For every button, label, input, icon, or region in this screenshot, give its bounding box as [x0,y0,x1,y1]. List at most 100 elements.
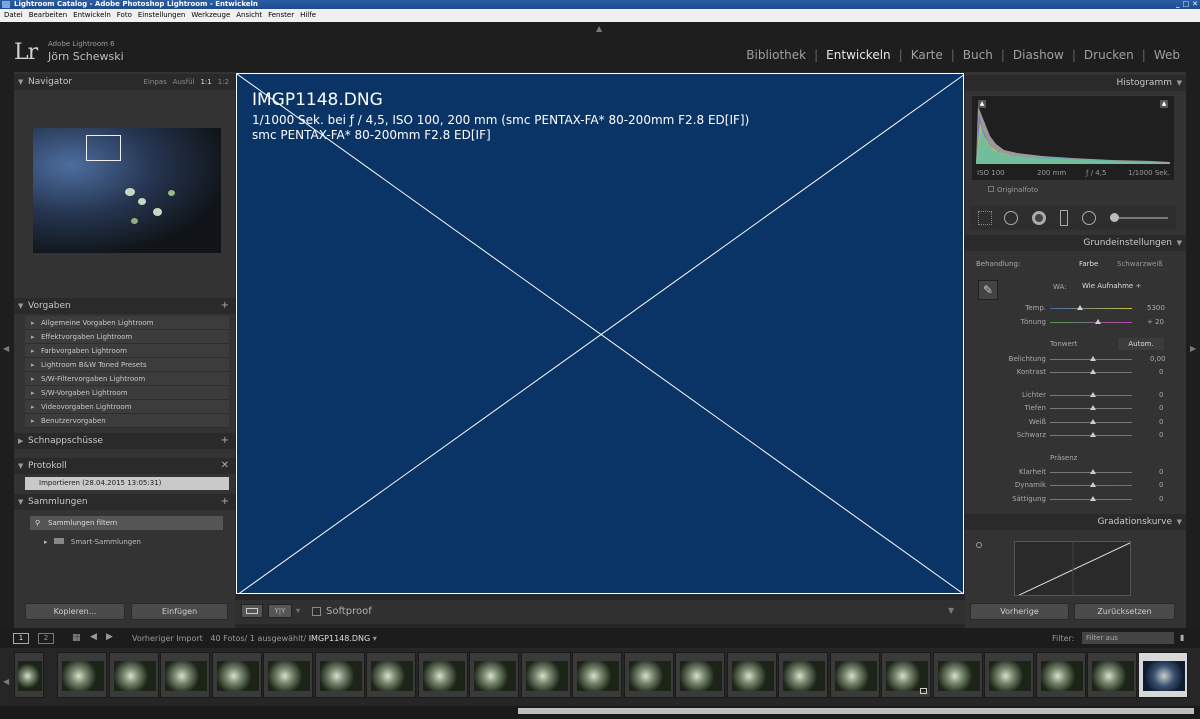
module-diashow[interactable]: Diashow [1005,48,1072,62]
reset-button[interactable]: Zurücksetzen [1074,603,1175,620]
slider-track-tint[interactable] [1050,322,1132,323]
smart-collections-folder[interactable]: ▸ Smart-Sammlungen [44,538,141,546]
preset-folder[interactable]: Lightroom B&W Toned Presets [25,358,229,372]
filmstrip-thumbnail[interactable] [366,652,416,698]
module-bibliothek[interactable]: Bibliothek [738,48,814,62]
tone-curve-header[interactable]: Gradationskurve ▼ [965,514,1186,530]
menu-hilfe[interactable]: Hilfe [300,9,316,22]
treatment-bw[interactable]: Schwarzweiß [1117,260,1163,268]
slider-track-temp[interactable] [1050,308,1132,309]
filmstrip-thumbnail[interactable] [160,652,210,698]
preset-folder[interactable]: Benutzervorgaben [25,414,229,428]
add-snapshot-icon[interactable]: + [221,433,229,449]
grid-view-icon[interactable]: ▦ [72,633,81,643]
slider-value-tint[interactable]: + 20 [1147,318,1165,326]
filmstrip-thumbnail[interactable] [469,652,519,698]
filmstrip-thumbnail[interactable] [521,652,571,698]
slider-value-shadows[interactable]: 0 [1159,404,1165,412]
slider-knob-saturation[interactable] [1090,496,1096,501]
clear-history-icon[interactable]: ✕ [221,458,229,474]
slider-value-highlights[interactable]: 0 [1159,391,1165,399]
slider-value-blacks[interactable]: 0 [1159,431,1165,439]
slider-knob-clarity[interactable] [1090,469,1096,474]
add-collection-icon[interactable]: + [221,494,229,510]
snapshots-header[interactable]: ▶ Schnappschüsse + [14,433,235,449]
preset-folder[interactable]: Allgemeine Vorgaben Lightroom [25,316,229,330]
filmstrip-thumbnail[interactable] [624,652,674,698]
zoom-fill[interactable]: Ausfül [173,74,195,90]
slider-knob-shadows[interactable] [1090,405,1096,410]
slider-knob-exposure[interactable] [1090,356,1096,361]
filmstrip-thumbnail[interactable] [675,652,725,698]
filmstrip-thumbnail[interactable] [57,652,107,698]
slider-value-vibrance[interactable]: 0 [1159,481,1165,489]
collapse-top-icon[interactable]: ▲ [596,24,602,33]
collections-filter-input[interactable]: ⚲ Sammlungen filtern [30,516,223,530]
histogram-header[interactable]: Histogramm ▼ [965,75,1186,91]
curve-target-icon[interactable] [976,542,982,548]
presets-header[interactable]: ▼ Vorgaben + [14,298,235,314]
toolbar-options-icon[interactable]: ▼ [948,606,954,615]
maximize-icon[interactable]: □ [1183,0,1190,9]
slider-knob-contrast[interactable] [1090,369,1096,374]
minimize-icon[interactable]: _ [1176,0,1180,9]
zoom-1-2[interactable]: 1:2 [218,74,229,90]
slider-value-contrast[interactable]: 0 [1159,368,1165,376]
filmstrip-thumbnail[interactable] [572,652,622,698]
navigator-zoom-frame[interactable] [86,135,121,161]
filmstrip-thumbnail[interactable] [984,652,1034,698]
radial-filter-icon[interactable] [1082,211,1096,225]
tone-curve-graph[interactable] [1014,541,1131,596]
navigator-preview[interactable] [33,128,221,253]
zoom-fit[interactable]: Einpas [144,74,167,90]
filmstrip-thumbnail[interactable] [14,652,44,698]
module-drucken[interactable]: Drucken [1076,48,1142,62]
filter-lock-icon[interactable]: ▮ [1180,633,1184,642]
filmstrip-source[interactable]: Vorheriger Import 40 Fotos/ 1 ausgewählt… [132,634,377,643]
slider-knob-temp[interactable] [1077,305,1083,310]
preset-folder[interactable]: Farbvorgaben Lightroom [25,344,229,358]
previous-settings-button[interactable]: Vorherige [970,603,1069,620]
slider-value-temp[interactable]: 5300 [1147,304,1165,312]
slider-knob-vibrance[interactable] [1090,482,1096,487]
original-photo-toggle[interactable]: Originalfoto [988,186,1038,194]
zoom-1-1[interactable]: 1:1 [200,74,211,90]
menu-bearbeiten[interactable]: Bearbeiten [29,9,67,22]
filmstrip-thumbnail[interactable] [418,652,468,698]
red-eye-icon[interactable] [1032,211,1046,225]
main-window-button[interactable]: 1 [13,633,29,644]
before-after-button[interactable]: Y|Y [268,604,292,618]
add-preset-icon[interactable]: + [221,298,229,314]
menu-werkzeuge[interactable]: Werkzeuge [191,9,230,22]
filmstrip-thumbnail[interactable] [109,652,159,698]
softproof-checkbox[interactable] [312,607,321,616]
collapse-right-icon[interactable]: ▶ [1190,344,1196,353]
filmstrip-scroll-thumb[interactable] [518,708,1194,714]
preset-folder[interactable]: S/W-Vorgaben Lightroom [25,386,229,400]
forward-arrow-icon[interactable]: ▶ [106,632,113,642]
eyedropper-icon[interactable]: ✎ [978,280,998,300]
wb-select[interactable]: Wie Aufnahme ÷ [1082,280,1152,292]
loupe-view-icon[interactable] [241,604,263,618]
filmstrip-thumbnail[interactable] [933,652,983,698]
slider-value-saturation[interactable]: 0 [1159,495,1165,503]
menu-ansicht[interactable]: Ansicht [236,9,262,22]
basic-header[interactable]: Grundeinstellungen ▼ [965,235,1186,251]
graduated-filter-icon[interactable] [1060,210,1068,226]
module-buch[interactable]: Buch [955,48,1001,62]
filmstrip-thumbnail[interactable] [1036,652,1086,698]
slider-value-exposure[interactable]: 0,00 [1150,355,1166,363]
treatment-color[interactable]: Farbe [1079,260,1098,268]
crop-tool-icon[interactable] [978,211,992,225]
collapse-left-icon[interactable]: ◀ [3,344,9,353]
slider-knob-whites[interactable] [1090,419,1096,424]
history-header[interactable]: ▼ Protokoll ✕ [14,458,235,474]
spot-removal-icon[interactable] [1004,211,1018,225]
filmstrip-thumbnail[interactable] [315,652,365,698]
filmstrip-thumbnail[interactable] [212,652,262,698]
paste-settings-button[interactable]: Einfügen [131,603,228,620]
shadow-clip-icon[interactable]: ▲ [978,100,986,108]
second-window-button[interactable]: 2 [38,633,54,644]
history-step[interactable]: Importieren (28.04.2015 13:05:31) [25,477,229,490]
menu-einstellungen[interactable]: Einstellungen [138,9,185,22]
